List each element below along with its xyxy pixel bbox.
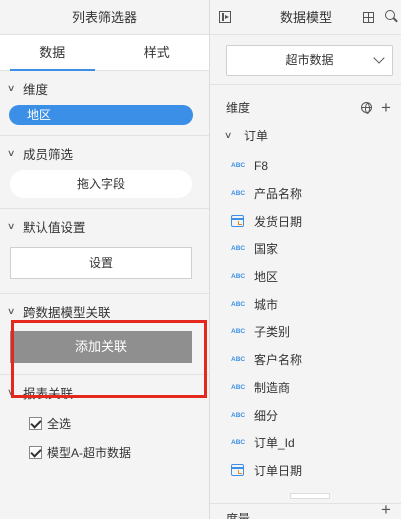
text-type-icon: ABC [231,383,246,391]
dimension-field-chip[interactable]: 地区 [9,105,193,125]
text-type-icon: ABC [231,411,246,419]
chevron-down-icon: ∨ [6,147,16,158]
field-list: ABC F8 ABC 产品名称 发货日期 ABC 国家 ABC 地区 ABC 城市 ABC… [210,152,401,484]
field-label: 客户名称 [254,353,303,368]
table-grid-icon[interactable] [363,12,374,23]
list-item[interactable]: 订单日期 [210,457,401,485]
model-select[interactable]: 超市数据 [226,45,393,76]
list-item[interactable]: ABC 子类别 [210,318,401,346]
order-group-title: 订单 [244,128,269,143]
text-type-icon: ABC [231,300,246,308]
text-type-icon: ABC [231,190,246,198]
list-item[interactable]: ABC 城市 [210,290,401,318]
chevron-down-icon: ∨ [6,82,16,93]
dimension-section-header[interactable]: ∨ 维度 [6,71,200,105]
tab-style[interactable]: 样式 [105,35,210,70]
tab-data[interactable]: 数据 [0,35,105,71]
member-filter-header[interactable]: ∨ 成员筛选 [6,136,200,170]
member-filter-section: ∨ 成员筛选 拖入字段 [0,136,209,209]
list-item[interactable]: ABC 细分 [210,401,401,429]
model-a-checkbox[interactable] [29,446,42,459]
chevron-down-icon: ∨ [6,305,16,316]
list-item[interactable]: ABC F8 [210,152,401,180]
field-drop-zone[interactable]: 拖入字段 [10,170,192,198]
text-type-icon: ABC [231,328,246,336]
search-icon[interactable] [385,10,395,20]
default-value-header[interactable]: ∨ 默认值设置 [6,209,200,243]
field-label: 国家 [254,242,279,257]
field-label: 制造商 [254,380,291,395]
list-item[interactable]: ABC 国家 [210,235,401,263]
model-a-label: 模型A-超市数据 [47,446,132,460]
filter-settings-panel: 列表筛选器 数据 样式 ∨ 维度 地区 ∨ 成员筛选 拖入字段 ∨ 默认值设置 … [0,0,210,519]
calendar-icon [230,215,244,228]
add-dimension-icon[interactable]: + [381,99,391,116]
list-item[interactable]: ABC 地区 [210,263,401,291]
measure-section: 度量 + [210,500,401,519]
resize-handle[interactable] [290,493,330,499]
text-type-icon: ABC [231,439,246,447]
highlight-box [11,320,207,398]
text-type-icon: ABC [231,273,246,281]
field-label: 细分 [254,408,279,423]
globe-icon[interactable] [361,102,372,114]
select-all-option[interactable]: 全选 [9,409,200,438]
cross-model-link-title: 跨数据模型关联 [23,305,111,320]
list-item[interactable]: ABC 产品名称 [210,180,401,208]
measure-title: 度量 [226,512,251,519]
chevron-down-icon: ∨ [223,129,233,140]
dimension-section-title: 维度 [23,82,49,97]
add-measure-icon[interactable]: + [381,500,391,519]
list-item[interactable]: ABC 客户名称 [210,346,401,374]
panel-title: 列表筛选器 [0,0,209,35]
data-model-title: 数据模型 [280,10,333,25]
model-select-area: 超市数据 [210,35,401,85]
member-filter-title: 成员筛选 [23,147,74,162]
collapse-panel-icon[interactable] [219,11,231,23]
list-item[interactable]: 发货日期 [210,207,401,235]
select-all-label: 全选 [47,417,72,431]
default-value-settings-button[interactable]: 设置 [10,247,192,279]
text-type-icon: ABC [231,162,246,170]
dimension-section: ∨ 维度 地区 [0,71,209,136]
field-label: 发货日期 [254,214,303,229]
calendar-icon [230,464,244,477]
text-type-icon: ABC [231,356,246,364]
field-label: 订单日期 [254,463,303,478]
field-label: 产品名称 [254,187,303,202]
model-a-option[interactable]: 模型A-超市数据 [9,438,200,467]
dimension-list-header: 维度 + [210,88,401,126]
model-select-value: 超市数据 [285,53,334,67]
field-label: 地区 [254,270,279,285]
chevron-down-icon [373,52,385,64]
field-label: 城市 [254,297,279,312]
list-item[interactable]: ABC 订单_Id [210,429,401,457]
default-value-section: ∨ 默认值设置 设置 [0,209,209,294]
settings-tabs: 数据 样式 [0,35,209,71]
chevron-down-icon: ∨ [6,220,16,231]
dimension-list-title: 维度 [226,100,251,115]
field-label: 子类别 [254,325,291,340]
field-label: F8 [254,158,269,173]
text-type-icon: ABC [231,245,246,253]
data-model-panel: 数据模型 超市数据 维度 + ∨ 订单 ABC F8 ABC 产品名称 发货日期 A… [210,0,401,519]
list-item[interactable]: ABC 制造商 [210,374,401,402]
default-value-title: 默认值设置 [23,220,86,235]
select-all-checkbox[interactable] [29,417,42,430]
data-model-header: 数据模型 [210,0,401,35]
field-label: 订单_Id [254,436,295,451]
